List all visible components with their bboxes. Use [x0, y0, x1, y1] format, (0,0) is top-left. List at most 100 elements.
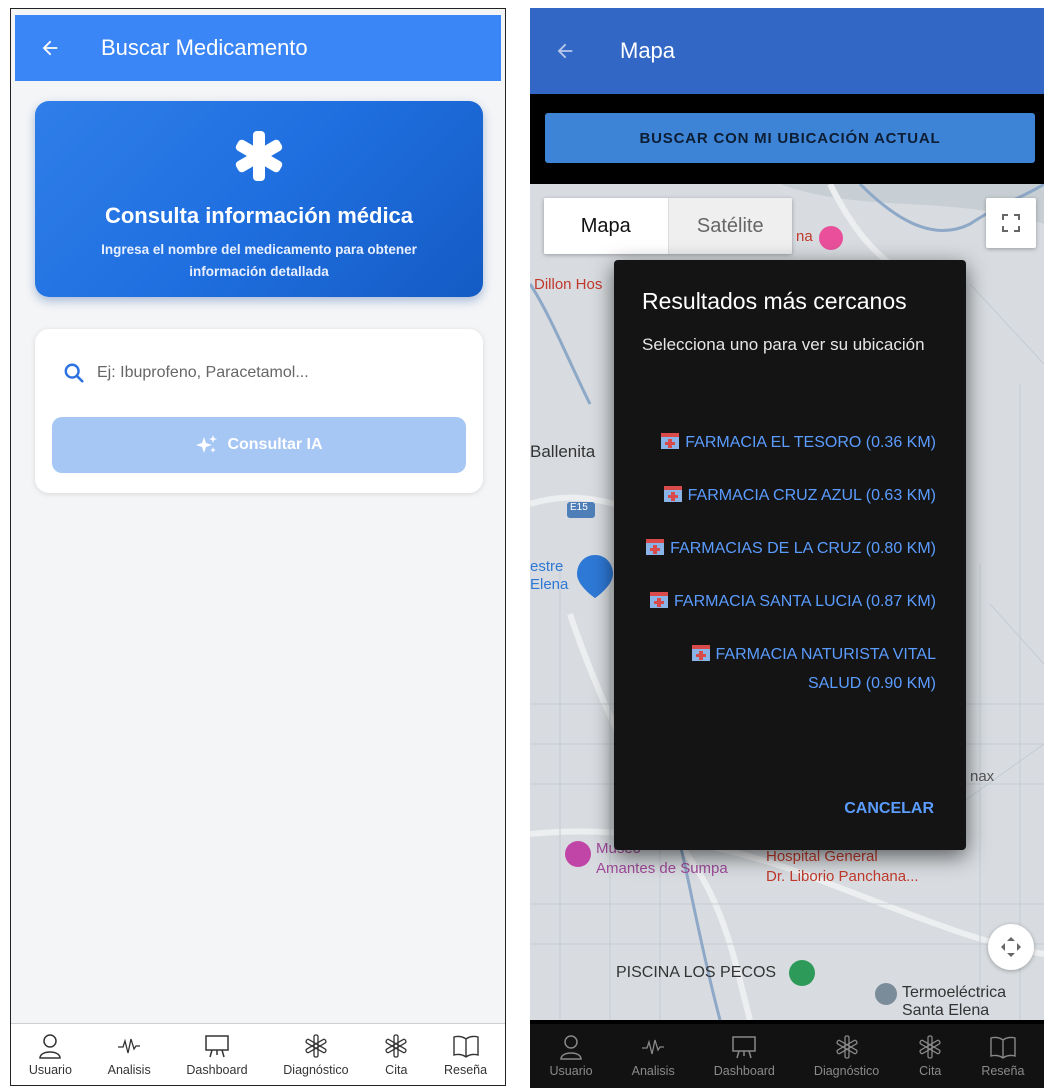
asterisk-icon [385, 1033, 407, 1058]
map-label: Santa Elena [902, 1002, 990, 1019]
page-title: Buscar Medicamento [101, 35, 308, 60]
result-item[interactable]: FARMACIA EL TESORO (0.36 KM) [638, 428, 936, 457]
results-list: FARMACIA EL TESORO (0.36 KM) FARMACIA CR… [638, 428, 936, 722]
sparkles-icon [196, 435, 218, 453]
nav-label: Diagnóstico [813, 1064, 880, 1078]
asterisk-icon [305, 1033, 327, 1058]
back-button[interactable] [530, 40, 600, 62]
arrow-left-icon [557, 43, 573, 59]
result-label: FARMACIA NATURISTA VITAL SALUD (0.90 KM) [715, 646, 936, 692]
search-medication-screen: Buscar Medicamento Consulta información … [10, 8, 506, 1086]
medical-asterisk-icon [235, 131, 283, 181]
info-banner: Consulta información médica Ingresa el n… [35, 101, 483, 297]
user-icon [39, 1033, 62, 1059]
arrow-left-icon [42, 40, 58, 56]
nav-item-usuario[interactable]: Usuario [550, 1034, 593, 1078]
nav-item-analisis[interactable]: Analisis [632, 1034, 675, 1078]
nav-item-resena[interactable]: Reseña [981, 1034, 1024, 1078]
app-bar: Buscar Medicamento [15, 15, 501, 81]
user-icon [560, 1035, 582, 1060]
consult-ai-button[interactable]: Consultar IA [52, 417, 466, 473]
asterisk-icon [919, 1035, 941, 1059]
nav-label: Analisis [107, 1062, 151, 1077]
nav-item-diagnostico[interactable]: Diagnóstico [814, 1034, 879, 1078]
nav-item-dashboard[interactable]: Dashboard [714, 1034, 775, 1078]
result-item[interactable]: FARMACIA SANTA LUCIA (0.87 KM) [638, 587, 936, 616]
easel-icon [732, 1036, 757, 1059]
map-type-toggle: Mapa Satélite [544, 198, 792, 254]
nav-label: Reseña [444, 1062, 488, 1077]
map-label: Dillon Hos [534, 276, 603, 293]
result-label: FARMACIA CRUZ AZUL (0.63 KM) [687, 487, 936, 504]
pharmacy-icon [663, 486, 682, 502]
map-label: Dr. Liborio Panchana... [766, 868, 919, 885]
result-label: FARMACIA SANTA LUCIA (0.87 KM) [674, 593, 936, 610]
search-card: Consultar IA [35, 329, 483, 493]
nav-label: Reseña [981, 1064, 1025, 1078]
nav-label: Cita [919, 1064, 942, 1078]
search-field[interactable] [63, 359, 463, 387]
banner-subtitle: Ingresa el nombre del medicamento para o… [101, 242, 417, 279]
nav-label: Usuario [549, 1064, 593, 1078]
pharmacy-icon [691, 645, 710, 661]
pharmacy-icon [661, 433, 680, 449]
map-label: estre [530, 558, 564, 575]
map-label: Amantes de Sumpa [596, 860, 728, 877]
nav-item-resena[interactable]: Reseña [444, 1033, 487, 1077]
nav-label: Dashboard [186, 1062, 248, 1077]
map-type-satelite[interactable]: Satélite [667, 198, 792, 254]
back-button[interactable] [15, 37, 85, 59]
app-bar: Mapa [530, 8, 1044, 94]
map-label: E15 [570, 502, 588, 513]
nav-item-usuario[interactable]: Usuario [29, 1033, 72, 1077]
pulse-icon [118, 1038, 141, 1053]
move-arrows-icon [1001, 937, 1021, 957]
cancel-button[interactable]: CANCELAR [844, 800, 934, 818]
nav-label: Dashboard [713, 1064, 775, 1078]
map-screen: Mapa BUSCAR CON MI UBICACIÓN ACTUAL Dill… [530, 8, 1044, 1088]
map-label: Ballenita [530, 442, 596, 461]
page-title: Mapa [620, 38, 676, 63]
asterisk-icon [835, 1035, 858, 1059]
nav-label: Usuario [28, 1062, 72, 1077]
nav-item-analisis[interactable]: Analisis [108, 1033, 151, 1077]
easel-icon [205, 1034, 229, 1057]
nearest-results-dialog: Resultados más cercanos Selecciona uno p… [614, 260, 966, 850]
medication-search-input[interactable] [97, 364, 457, 382]
pulse-icon [642, 1039, 665, 1055]
book-icon [452, 1035, 479, 1058]
map-type-mapa[interactable]: Mapa [544, 198, 668, 254]
nav-item-dashboard[interactable]: Dashboard [186, 1033, 248, 1077]
camera-control-button[interactable] [988, 924, 1034, 970]
fullscreen-icon [1002, 214, 1020, 232]
map-label: Termoeléctrica [902, 984, 1007, 1001]
pharmacy-icon [650, 592, 668, 608]
bottom-nav: Usuario Analisis Dashboard Diagnóstico C… [530, 1024, 1044, 1088]
nav-item-diagnostico[interactable]: Diagnóstico [283, 1033, 349, 1077]
result-item[interactable]: FARMACIA CRUZ AZUL (0.63 KM) [638, 481, 936, 510]
nav-label: Analisis [631, 1064, 675, 1078]
map-label: Elena [530, 576, 569, 593]
book-icon [990, 1036, 1016, 1059]
map-label: PISCINA LOS PECOS [616, 964, 777, 981]
result-label: FARMACIA EL TESORO (0.36 KM) [685, 434, 936, 451]
search-current-location-button[interactable]: BUSCAR CON MI UBICACIÓN ACTUAL [545, 113, 1035, 163]
nav-item-cita[interactable]: Cita [384, 1033, 408, 1077]
map-label: nax [970, 768, 995, 785]
map-label: Hospital General [766, 848, 878, 865]
result-item[interactable]: FARMACIA NATURISTA VITAL SALUD (0.90 KM) [638, 640, 936, 698]
banner-title: Consulta información médica [104, 203, 414, 228]
nav-label: Cita [385, 1062, 408, 1077]
result-label: FARMACIAS DE LA CRUZ (0.80 KM) [670, 540, 936, 557]
consult-ai-label: Consultar IA [227, 436, 323, 453]
dialog-subtitle: Selecciona uno para ver su ubicación [642, 335, 925, 354]
result-item[interactable]: FARMACIAS DE LA CRUZ (0.80 KM) [638, 534, 936, 563]
map-label: na [796, 228, 813, 245]
fullscreen-button[interactable] [986, 198, 1036, 248]
dialog-title: Resultados más cercanos [642, 288, 907, 314]
bottom-nav: Usuario Analisis Dashboard Diagnóstico C… [11, 1023, 505, 1085]
nav-label: Diagnóstico [283, 1062, 349, 1077]
nav-item-cita[interactable]: Cita [918, 1034, 942, 1078]
search-icon [64, 363, 84, 383]
pharmacy-icon [646, 539, 665, 555]
